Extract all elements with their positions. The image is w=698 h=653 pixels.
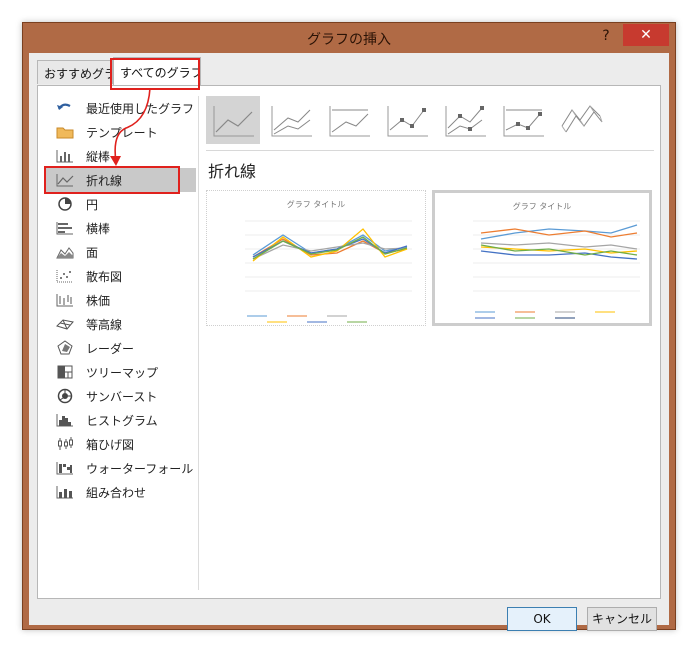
bar-chart-icon: [56, 222, 73, 235]
radar-chart-icon: [57, 340, 73, 355]
chart-type-treemap[interactable]: ツリーマップ: [46, 360, 196, 384]
undo-arrow-icon: [57, 103, 71, 110]
chart-type-area[interactable]: 面: [46, 240, 196, 264]
annotation-arrow-icon: [110, 87, 151, 166]
sunburst-icon: [57, 388, 73, 404]
line-icon: [213, 106, 254, 137]
chart-type-label: 組み合わせ: [86, 485, 147, 500]
chart-type-label: ヒストグラム: [86, 413, 158, 428]
subtype-100-stacked-line-markers[interactable]: [496, 96, 550, 144]
chart-type-stock[interactable]: 株価: [46, 288, 196, 312]
chart-type-scatter[interactable]: 散布図: [46, 264, 196, 288]
column-chart-icon: [56, 150, 73, 163]
3d-line-icon: [561, 105, 603, 133]
chart-type-label: ツリーマップ: [86, 365, 159, 380]
chart-type-box-whisker[interactable]: 箱ひげ図: [46, 432, 196, 456]
chart-type-label: サンバースト: [86, 389, 158, 404]
chart-type-bar[interactable]: 横棒: [46, 216, 196, 240]
chart-type-label: レーダー: [86, 341, 135, 356]
area-chart-icon: [56, 247, 74, 259]
chart-preview-series-by-row[interactable]: グラフ タイトル: [206, 190, 426, 326]
surface-chart-icon: [56, 319, 74, 330]
chart-type-surface[interactable]: 等高線: [46, 312, 196, 336]
chart-type-histogram[interactable]: ヒストグラム: [46, 408, 196, 432]
waterfall-icon: [56, 462, 73, 475]
chart-type-label: 等高線: [86, 317, 123, 332]
preview-line-chart: [245, 220, 412, 323]
chart-type-label: 株価: [86, 293, 111, 308]
subtype-line-markers[interactable]: [380, 96, 434, 144]
line-markers-icon: [387, 106, 428, 137]
100-stacked-line-markers-icon: [503, 106, 544, 137]
chart-type-label: 横棒: [86, 221, 111, 236]
chart-preview-series-by-column[interactable]: グラフ タイトル: [432, 190, 652, 326]
combo-chart-icon: [56, 486, 73, 499]
chart-type-combo[interactable]: 組み合わせ: [46, 480, 196, 504]
ok-button[interactable]: OK: [507, 607, 577, 631]
chart-type-label: 散布図: [86, 269, 123, 284]
histogram-icon: [56, 414, 73, 427]
subtype-stacked-line-markers[interactable]: [438, 96, 492, 144]
preview-line-chart: [473, 220, 640, 319]
chart-subtype-gallery: [206, 96, 656, 146]
stock-chart-icon: [56, 294, 73, 307]
cancel-button[interactable]: キャンセル: [587, 607, 657, 631]
100-stacked-line-icon: [329, 106, 370, 137]
help-button[interactable]: ?: [595, 25, 617, 47]
list-divider: [198, 96, 199, 590]
tab-recommended-charts[interactable]: おすすめグラフ: [37, 60, 113, 84]
chart-type-label: 箱ひげ図: [86, 437, 135, 452]
subtype-100-stacked-line[interactable]: [322, 96, 376, 144]
chart-type-label: ウォーターフォール: [86, 461, 194, 476]
chart-type-label: 面: [86, 245, 99, 260]
subtype-3d-line[interactable]: [554, 96, 608, 144]
chart-type-radar[interactable]: レーダー: [46, 336, 196, 360]
chart-type-sunburst[interactable]: サンバースト: [46, 384, 196, 408]
subtype-stacked-line[interactable]: [264, 96, 318, 144]
pie-chart-icon: [58, 197, 72, 211]
close-button[interactable]: ✕: [623, 24, 669, 46]
chart-type-waterfall[interactable]: ウォーターフォール: [46, 456, 196, 480]
chart-type-label: 円: [86, 197, 99, 212]
subtype-line[interactable]: [206, 96, 260, 144]
dialog-title: グラフの挿入: [307, 32, 391, 48]
folder-icon: [56, 127, 74, 139]
stacked-line-icon: [271, 106, 312, 137]
stacked-line-markers-icon: [445, 106, 486, 137]
title-bar: グラフの挿入 ? ✕: [23, 23, 675, 53]
box-whisker-icon: [58, 437, 73, 450]
selected-chart-type-title: 折れ線: [208, 162, 257, 181]
scatter-chart-icon: [56, 270, 73, 283]
gallery-separator: [206, 150, 654, 151]
treemap-icon: [57, 365, 73, 379]
chart-type-pie[interactable]: 円: [46, 192, 196, 216]
